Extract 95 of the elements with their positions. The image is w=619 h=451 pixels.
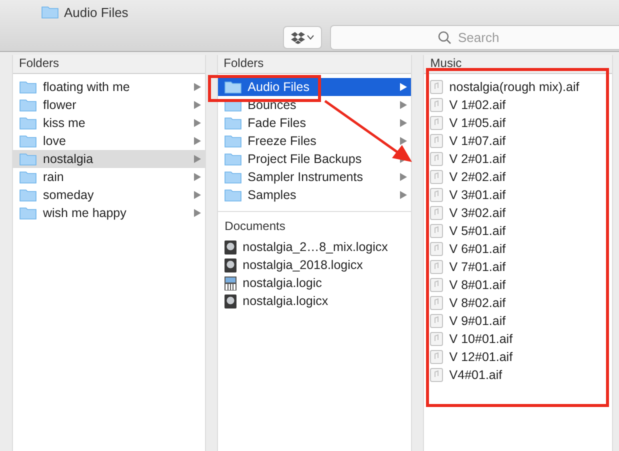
folder-icon — [19, 206, 37, 220]
disclosure-arrow-icon — [194, 155, 201, 163]
disclosure-arrow-icon — [400, 137, 408, 145]
disclosure-arrow-icon — [194, 119, 201, 127]
folder-row[interactable]: Freeze Files — [218, 132, 412, 150]
file-row[interactable]: V 1#05.aif — [424, 114, 612, 132]
folder-row[interactable]: Fade Files — [218, 114, 412, 132]
audio-file-icon — [430, 134, 444, 148]
file-row[interactable]: V 1#07.aif — [424, 132, 612, 150]
disclosure-arrow-icon — [194, 209, 201, 217]
disclosure-arrow-icon — [400, 83, 408, 91]
folder-icon — [19, 98, 37, 112]
folder-row[interactable]: nostalgia — [13, 150, 205, 168]
disclosure-arrow-icon — [400, 119, 408, 127]
audio-file-icon — [430, 116, 444, 130]
file-row[interactable]: V 2#01.aif — [424, 150, 612, 168]
disclosure-arrow-icon — [400, 101, 408, 109]
project-document-icon — [224, 258, 237, 272]
audio-file-icon — [430, 80, 444, 94]
folder-icon — [41, 5, 59, 19]
folder-icon — [224, 116, 242, 130]
folder-row[interactable]: kiss me — [13, 114, 205, 132]
audio-file-icon — [430, 260, 444, 274]
file-row[interactable]: V 5#01.aif — [424, 222, 612, 240]
disclosure-arrow-icon — [400, 173, 408, 181]
file-row[interactable]: V4#01.aif — [424, 366, 612, 384]
document-row[interactable]: nostalgia_2018.logicx — [218, 256, 412, 274]
file-row[interactable]: V 3#01.aif — [424, 186, 612, 204]
folder-icon — [224, 134, 242, 148]
audio-file-icon — [430, 242, 444, 256]
audio-file-icon — [430, 368, 444, 382]
audio-file-icon — [430, 296, 444, 310]
disclosure-arrow-icon — [194, 83, 201, 91]
audio-file-icon — [430, 278, 444, 292]
audio-file-icon — [430, 206, 444, 220]
file-row[interactable]: V 1#02.aif — [424, 96, 612, 114]
audio-file-icon — [430, 224, 444, 238]
folder-icon — [224, 188, 242, 202]
file-row[interactable]: V 6#01.aif — [424, 240, 612, 258]
file-row[interactable]: V 12#01.aif — [424, 348, 612, 366]
disclosure-arrow-icon — [194, 101, 201, 109]
folder-row[interactable]: Sampler Instruments — [218, 168, 412, 186]
audio-file-icon — [430, 152, 444, 166]
disclosure-arrow-icon — [400, 191, 408, 199]
dropbox-menu-button[interactable] — [283, 26, 322, 49]
audio-file-icon — [430, 332, 444, 346]
folder-icon — [19, 134, 37, 148]
audio-file-icon — [430, 314, 444, 328]
file-row[interactable]: V 10#01.aif — [424, 330, 612, 348]
piano-document-icon — [224, 276, 237, 290]
folder-row[interactable]: someday — [13, 186, 205, 204]
folder-icon — [19, 188, 37, 202]
folder-icon — [19, 116, 37, 130]
audio-file-icon — [430, 350, 444, 364]
disclosure-arrow-icon — [194, 137, 201, 145]
section-header: Documents — [218, 211, 412, 238]
folder-icon — [19, 170, 37, 184]
document-row[interactable]: nostalgia.logic — [218, 274, 412, 292]
file-row[interactable]: nostalgia(rough mix).aif — [424, 78, 612, 96]
folder-icon — [224, 152, 242, 166]
disclosure-arrow-icon — [194, 173, 201, 181]
audio-file-icon — [430, 98, 444, 112]
folder-icon — [224, 80, 242, 94]
search-icon — [438, 31, 451, 44]
search-field[interactable]: Search — [330, 25, 619, 50]
file-row[interactable]: V 8#02.aif — [424, 294, 612, 312]
project-document-icon — [224, 294, 237, 308]
dropbox-icon — [291, 32, 305, 44]
search-input[interactable]: Search — [456, 29, 512, 46]
file-row[interactable]: V 8#01.aif — [424, 276, 612, 294]
chevron-down-icon — [307, 35, 314, 40]
folder-icon — [19, 152, 37, 166]
document-row[interactable]: nostalgia_2…8_mix.logicx — [218, 238, 412, 256]
folder-row[interactable]: floating with me — [13, 78, 205, 96]
folder-icon — [19, 80, 37, 94]
file-row[interactable]: V 7#01.aif — [424, 258, 612, 276]
window-title: Audio Files — [64, 4, 128, 20]
folder-row[interactable]: wish me happy — [13, 204, 205, 222]
folder-row[interactable]: Audio Files — [218, 78, 412, 96]
audio-file-icon — [430, 170, 444, 184]
file-row[interactable]: V 2#02.aif — [424, 168, 612, 186]
file-row[interactable]: V 3#02.aif — [424, 204, 612, 222]
folder-row[interactable]: Samples — [218, 186, 412, 204]
folder-row[interactable]: flower — [13, 96, 205, 114]
column-header: Folders — [13, 55, 205, 74]
folder-row[interactable]: love — [13, 132, 205, 150]
folder-row[interactable]: rain — [13, 168, 205, 186]
disclosure-arrow-icon — [194, 191, 201, 199]
project-document-icon — [224, 240, 237, 254]
document-row[interactable]: nostalgia.logicx — [218, 292, 412, 310]
file-row[interactable]: V 9#01.aif — [424, 312, 612, 330]
folder-row[interactable]: Project File Backups — [218, 150, 412, 168]
folder-icon — [224, 170, 242, 184]
column-header: Folders — [218, 55, 412, 74]
audio-file-icon — [430, 188, 444, 202]
